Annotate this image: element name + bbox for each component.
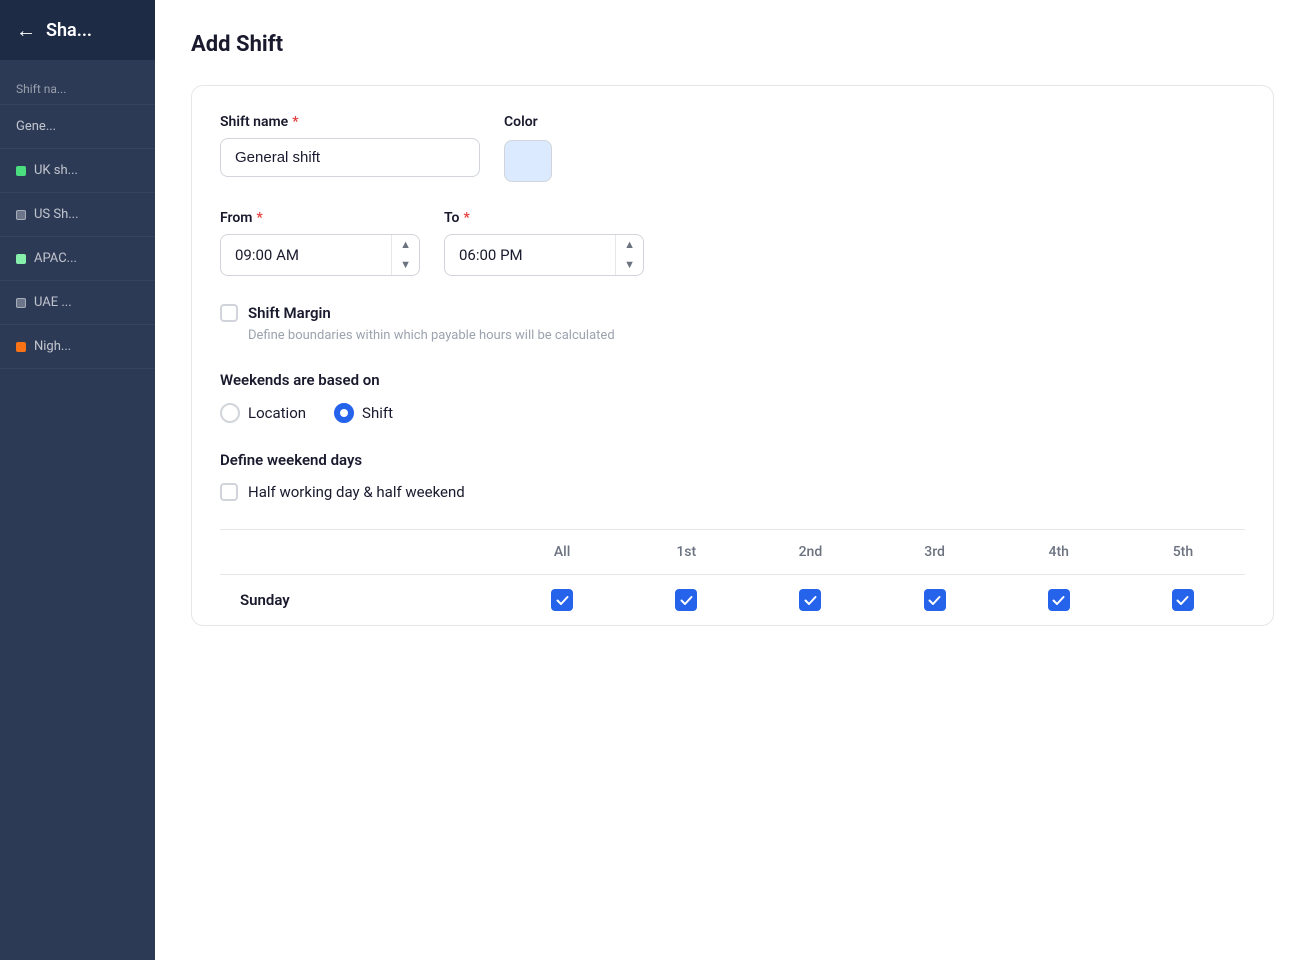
sidebar-item-night[interactable]: Nigh... <box>0 325 155 369</box>
to-value: 06:00 PM <box>445 236 615 274</box>
sunday-all-check[interactable] <box>500 589 624 611</box>
shift-name-label: Shift name * <box>220 114 480 130</box>
sidebar-title: Sha... <box>46 20 92 41</box>
weekends-title: Weekends are based on <box>220 371 1245 389</box>
sidebar-item-apac[interactable]: APAC... <box>0 237 155 281</box>
half-day-label: Half working day & half weekend <box>248 483 465 501</box>
sunday-3rd-checkbox[interactable] <box>924 589 946 611</box>
color-group: Color <box>504 114 552 182</box>
add-shift-modal: Add Shift Shift name * Color From * <box>155 0 1310 960</box>
us-dot <box>16 210 26 220</box>
sunday-3rd-check[interactable] <box>872 589 996 611</box>
sunday-2nd-check[interactable] <box>748 589 872 611</box>
col-4th: 4th <box>997 544 1121 560</box>
shift-radio[interactable] <box>334 403 354 423</box>
from-input-wrapper: 09:00 AM ▲ ▼ <box>220 234 420 276</box>
sidebar-item-uae[interactable]: UAE ... <box>0 281 155 325</box>
weekends-section: Weekends are based on Location Shift <box>220 371 1245 423</box>
check-icon-4 <box>1052 594 1065 607</box>
from-value: 09:00 AM <box>221 236 391 274</box>
location-label: Location <box>248 404 306 422</box>
define-weekend-section: Define weekend days Half working day & h… <box>220 451 1245 501</box>
col-3rd: 3rd <box>872 544 996 560</box>
col-2nd: 2nd <box>748 544 872 560</box>
weekends-radio-group: Location Shift <box>220 403 1245 423</box>
location-radio-option[interactable]: Location <box>220 403 306 423</box>
color-label: Color <box>504 114 552 130</box>
from-increment-button[interactable]: ▲ <box>392 235 419 255</box>
sunday-2nd-checkbox[interactable] <box>799 589 821 611</box>
shift-radio-label: Shift <box>362 404 393 422</box>
shift-name-group: Shift name * <box>220 114 480 177</box>
to-decrement-button[interactable]: ▼ <box>616 255 643 275</box>
sidebar-item-uk[interactable]: UK sh... <box>0 149 155 193</box>
name-color-row: Shift name * Color <box>220 114 1245 182</box>
grid-header-row: All 1st 2nd 3rd 4th 5th <box>220 530 1245 574</box>
sunday-all-checkbox[interactable] <box>551 589 573 611</box>
uk-dot <box>16 166 26 176</box>
sidebar-item-general[interactable]: Gene... <box>0 105 155 149</box>
shift-margin-section: Shift Margin Define boundaries within wh… <box>220 304 1245 343</box>
back-icon[interactable]: ← <box>16 18 36 43</box>
shift-name-input[interactable] <box>220 138 480 177</box>
apac-dot <box>16 254 26 264</box>
check-icon-3 <box>928 594 941 607</box>
shift-radio-option[interactable]: Shift <box>334 403 393 423</box>
shift-radio-inner <box>340 409 348 417</box>
sunday-4th-check[interactable] <box>997 589 1121 611</box>
shift-margin-checkbox[interactable] <box>220 304 238 322</box>
required-star-to: * <box>463 210 469 226</box>
time-row: From * 09:00 AM ▲ ▼ To * 06:00 PM <box>220 210 1245 276</box>
from-stepper: ▲ ▼ <box>391 235 419 275</box>
check-icon-1 <box>680 594 693 607</box>
shift-margin-label: Shift Margin <box>248 304 331 322</box>
check-icon-2 <box>804 594 817 607</box>
sidebar-column-header: Shift na... <box>0 70 155 105</box>
col-all: All <box>500 544 624 560</box>
from-label: From * <box>220 210 420 226</box>
sunday-label: Sunday <box>220 589 500 611</box>
sunday-5th-check[interactable] <box>1121 589 1245 611</box>
from-field: From * 09:00 AM ▲ ▼ <box>220 210 420 276</box>
define-weekend-title: Define weekend days <box>220 451 1245 469</box>
to-label: To * <box>444 210 644 226</box>
half-day-checkbox[interactable] <box>220 483 238 501</box>
check-icon-5 <box>1176 594 1189 607</box>
grid-day-col <box>220 544 500 560</box>
days-grid: All 1st 2nd 3rd 4th 5th Sunday <box>220 529 1245 625</box>
col-5th: 5th <box>1121 544 1245 560</box>
form-card: Shift name * Color From * 09:00 AM <box>191 85 1274 626</box>
modal-title: Add Shift <box>191 32 1274 57</box>
shift-margin-desc: Define boundaries within which payable h… <box>248 328 1245 343</box>
sidebar-panel: ← Sha... Shift na... Gene... UK sh... US… <box>0 0 155 960</box>
shift-margin-row: Shift Margin <box>220 304 1245 322</box>
color-swatch[interactable] <box>504 140 552 182</box>
half-day-row: Half working day & half weekend <box>220 483 1245 501</box>
check-icon <box>556 594 569 607</box>
sunday-5th-checkbox[interactable] <box>1172 589 1194 611</box>
sunday-row: Sunday <box>220 574 1245 625</box>
to-stepper: ▲ ▼ <box>615 235 643 275</box>
uae-dot <box>16 298 26 308</box>
sidebar-list: Shift na... Gene... UK sh... US Sh... AP… <box>0 60 155 379</box>
required-star-from: * <box>256 210 262 226</box>
sunday-1st-checkbox[interactable] <box>675 589 697 611</box>
to-field: To * 06:00 PM ▲ ▼ <box>444 210 644 276</box>
to-input-wrapper: 06:00 PM ▲ ▼ <box>444 234 644 276</box>
night-dot <box>16 342 26 352</box>
sunday-4th-checkbox[interactable] <box>1048 589 1070 611</box>
sunday-1st-check[interactable] <box>624 589 748 611</box>
location-radio[interactable] <box>220 403 240 423</box>
sidebar-item-us[interactable]: US Sh... <box>0 193 155 237</box>
from-decrement-button[interactable]: ▼ <box>392 255 419 275</box>
to-increment-button[interactable]: ▲ <box>616 235 643 255</box>
required-star-name: * <box>292 114 298 130</box>
sidebar-header: ← Sha... <box>0 0 155 60</box>
col-1st: 1st <box>624 544 748 560</box>
